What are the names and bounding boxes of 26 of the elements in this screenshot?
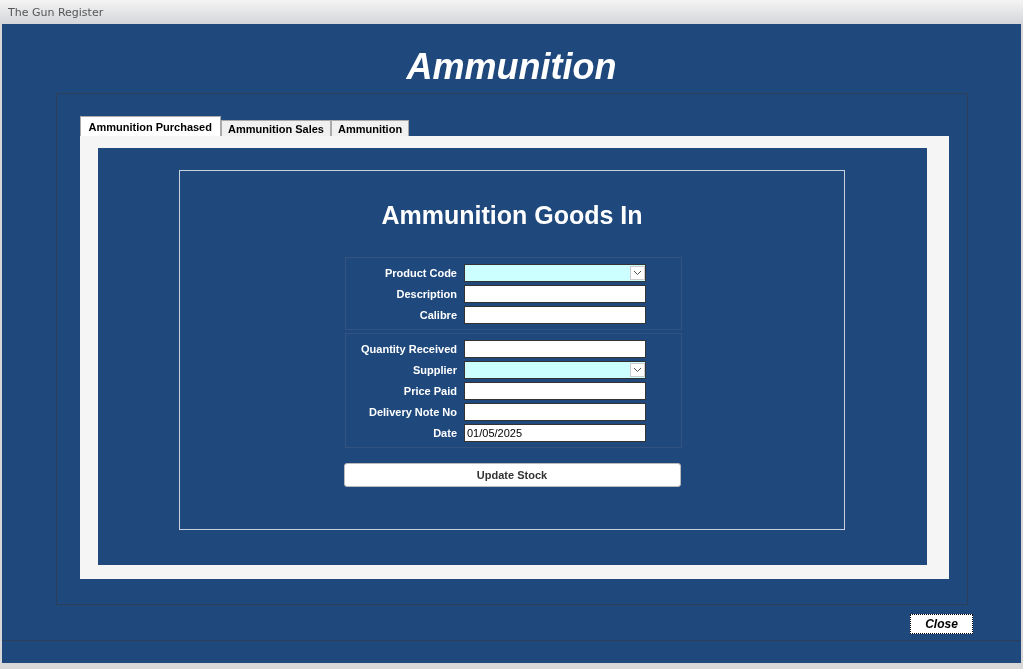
field-label: Product Code (383, 266, 457, 279)
update-stock-button[interactable]: Update Stock (343, 463, 681, 487)
tab[interactable]: Ammunition Purchased (79, 116, 221, 136)
input-field[interactable] (464, 381, 646, 400)
input-field[interactable] (464, 339, 646, 358)
input-field[interactable]: 01/05/2025 (464, 423, 646, 442)
field-label: Description (395, 287, 457, 300)
close-button[interactable]: Close (910, 614, 973, 634)
dropdown-field[interactable] (464, 360, 646, 379)
field-label: Calibre (418, 308, 457, 321)
dropdown-field[interactable] (464, 263, 646, 282)
input-field[interactable] (464, 402, 646, 421)
input-field[interactable] (464, 305, 646, 324)
tab[interactable]: Ammunition Sales (220, 120, 331, 136)
caret-icon (630, 265, 645, 280)
field-label: Price Paid (402, 384, 457, 397)
input-field[interactable] (464, 284, 646, 303)
page-heading: Ammunition (406, 46, 617, 88)
field-label: Quantity Received (360, 342, 457, 355)
field-label: Date (432, 426, 457, 439)
field-label: Delivery Note No (367, 405, 457, 418)
caret-icon (630, 362, 645, 377)
form-title: Ammunition Goods In (381, 200, 643, 230)
window-title: The Gun Register (8, 5, 104, 19)
field-label: Supplier (412, 363, 457, 376)
tab[interactable]: Ammunition (330, 120, 410, 136)
